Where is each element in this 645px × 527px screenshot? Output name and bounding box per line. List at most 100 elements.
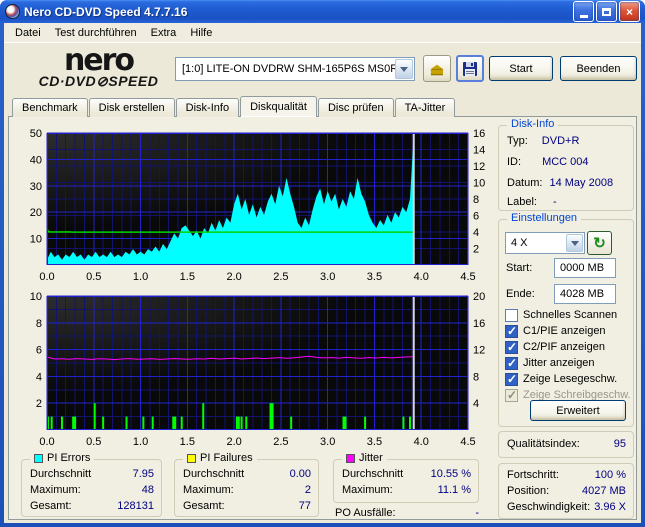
client-area: Datei Test durchführen Extra Hilfe nero …: [4, 23, 641, 523]
checkbox-schnelles-scannen[interactable]: Schnelles Scannen: [505, 308, 617, 322]
menu-test-durchfuehren[interactable]: Test durchführen: [48, 25, 144, 41]
svg-text:4.5: 4.5: [460, 436, 475, 448]
pi-failures-swatch: [187, 453, 196, 463]
svg-text:2.0: 2.0: [226, 271, 241, 283]
svg-text:2.5: 2.5: [273, 436, 288, 448]
svg-text:1.0: 1.0: [133, 436, 148, 448]
pi-errors-total-value: 128131: [117, 500, 154, 512]
start-field[interactable]: [554, 258, 616, 278]
jitter-max-value: 11.1 %: [437, 484, 471, 496]
speed-select-arrow[interactable]: [566, 234, 583, 252]
disc-icon: ⊘: [96, 73, 109, 89]
svg-text:0.0: 0.0: [39, 436, 54, 448]
disk-date-value: 14 May 2008: [549, 177, 614, 189]
maximize-button[interactable]: [596, 1, 617, 22]
tab-disk-erstellen[interactable]: Disk erstellen: [88, 98, 175, 117]
refresh-button[interactable]: ↻: [587, 231, 612, 255]
checkbox-icon: [505, 388, 518, 402]
jitter-avg-value: 10.55 %: [430, 468, 471, 480]
menu-datei[interactable]: Datei: [8, 25, 48, 41]
minimize-button[interactable]: [573, 1, 594, 22]
save-button[interactable]: [456, 55, 484, 82]
speed-value: 3.96 X: [594, 501, 626, 513]
checkbox-icon: [505, 308, 518, 322]
tab-benchmark[interactable]: Benchmark: [12, 98, 88, 117]
disk-date-label: Datum:: [507, 177, 543, 189]
disk-label-label: Label:: [507, 196, 537, 208]
pi-errors-max-label: Maximum:: [30, 484, 81, 496]
nero-logo-text: nero: [63, 43, 135, 78]
svg-text:12: 12: [473, 345, 485, 357]
maximize-icon: [602, 7, 611, 16]
svg-text:4.0: 4.0: [414, 271, 429, 283]
tab-page-diskqualitaet: 10 20 30 40 50 2 4 6 8 10 12 14 16 0.0 0.5 1.0 1.5 2.0 2.5…: [8, 116, 637, 520]
refresh-icon: ↻: [593, 235, 606, 252]
checkbox-c1-pie[interactable]: C1/PIE anzeigen: [505, 324, 606, 338]
minimize-icon: [579, 14, 588, 18]
tab-ta-jitter[interactable]: TA-Jitter: [394, 98, 456, 117]
disk-label-value: -: [552, 196, 557, 208]
po-failures-row: PO Ausfälle: -: [335, 507, 479, 519]
settings-group: Einstellungen 4 X ↻ Start: Ende: Schnell…: [498, 212, 634, 427]
eject-icon: ⏏: [429, 60, 445, 78]
close-icon: ×: [625, 4, 633, 19]
close-button[interactable]: ×: [619, 1, 640, 22]
window-title: Nero CD-DVD Speed 4.7.7.16: [24, 4, 188, 19]
tab-disk-info[interactable]: Disk-Info: [175, 98, 240, 117]
checkbox-icon: [505, 372, 518, 386]
quality-index-label: Qualitätsindex:: [507, 438, 580, 450]
svg-text:0.5: 0.5: [86, 271, 101, 283]
disk-id-value: MCC 004: [542, 156, 589, 168]
speed-select-value: 4 X: [511, 237, 528, 249]
svg-text:6: 6: [473, 211, 479, 223]
tab-disc-pruefen[interactable]: Disc prüfen: [317, 98, 394, 117]
checkbox-icon: [505, 324, 518, 338]
svg-text:12: 12: [473, 161, 485, 173]
svg-text:1.5: 1.5: [180, 436, 195, 448]
disk-info-title: Disk-Info: [507, 118, 559, 130]
svg-text:0.5: 0.5: [86, 436, 101, 448]
svg-text:16: 16: [473, 318, 485, 330]
po-failures-label: PO Ausfälle:: [335, 507, 396, 519]
svg-text:14: 14: [473, 145, 485, 157]
drive-select-arrow[interactable]: [395, 59, 413, 79]
svg-text:6: 6: [36, 345, 42, 357]
svg-text:4.5: 4.5: [460, 271, 475, 283]
pi-errors-avg-label: Durchschnitt: [30, 468, 92, 480]
checkbox-icon: [505, 340, 518, 354]
menu-extra[interactable]: Extra: [144, 25, 184, 41]
jitter-group: Jitter Durchschnitt 10.55 % Maximum: 11.1 …: [333, 452, 479, 503]
svg-text:20: 20: [30, 207, 42, 219]
svg-text:8: 8: [36, 318, 42, 330]
pi-failures-total-value: 77: [298, 500, 311, 512]
checkbox-c2-pif[interactable]: C2/PIF anzeigen: [505, 340, 605, 354]
disk-type-value: DVD+R: [541, 135, 580, 147]
title-bar[interactable]: Nero CD-DVD Speed 4.7.7.16 ×: [0, 0, 645, 23]
svg-text:50: 50: [30, 128, 42, 140]
menu-hilfe[interactable]: Hilfe: [183, 25, 219, 41]
save-icon: [463, 61, 477, 76]
drive-select[interactable]: [1:0] LITE-ON DVDRW SHM-165P6S MS0R: [175, 57, 415, 81]
menu-bar: Datei Test durchführen Extra Hilfe: [4, 23, 641, 43]
speed-select[interactable]: 4 X: [505, 232, 585, 254]
svg-text:2: 2: [473, 244, 479, 256]
checkbox-jitter[interactable]: Jitter anzeigen: [505, 356, 595, 370]
svg-text:10: 10: [30, 291, 42, 303]
end-field[interactable]: [554, 284, 616, 304]
pi-failures-max-value: 2: [304, 484, 311, 496]
po-failures-value: -: [475, 507, 479, 519]
eject-button[interactable]: ⏏: [423, 55, 451, 82]
pi-errors-max-value: 48: [141, 484, 154, 496]
pi-errors-group-title: PI Errors: [30, 452, 95, 464]
disk-id-label: ID:: [507, 156, 522, 168]
quit-button[interactable]: Beenden: [560, 56, 637, 81]
chevron-down-icon: [400, 66, 408, 72]
tab-diskqualitaet[interactable]: Diskqualität: [240, 96, 317, 117]
svg-text:8: 8: [473, 194, 479, 206]
start-button[interactable]: Start: [489, 56, 553, 81]
checkbox-lesegeschw[interactable]: Zeige Lesegeschw.: [505, 372, 617, 386]
app-window: Nero CD-DVD Speed 4.7.7.16 × Datei Test …: [0, 0, 645, 527]
advanced-button[interactable]: Erweitert: [530, 400, 626, 421]
svg-text:1.0: 1.0: [133, 271, 148, 283]
progress-label: Fortschritt:: [507, 469, 559, 481]
